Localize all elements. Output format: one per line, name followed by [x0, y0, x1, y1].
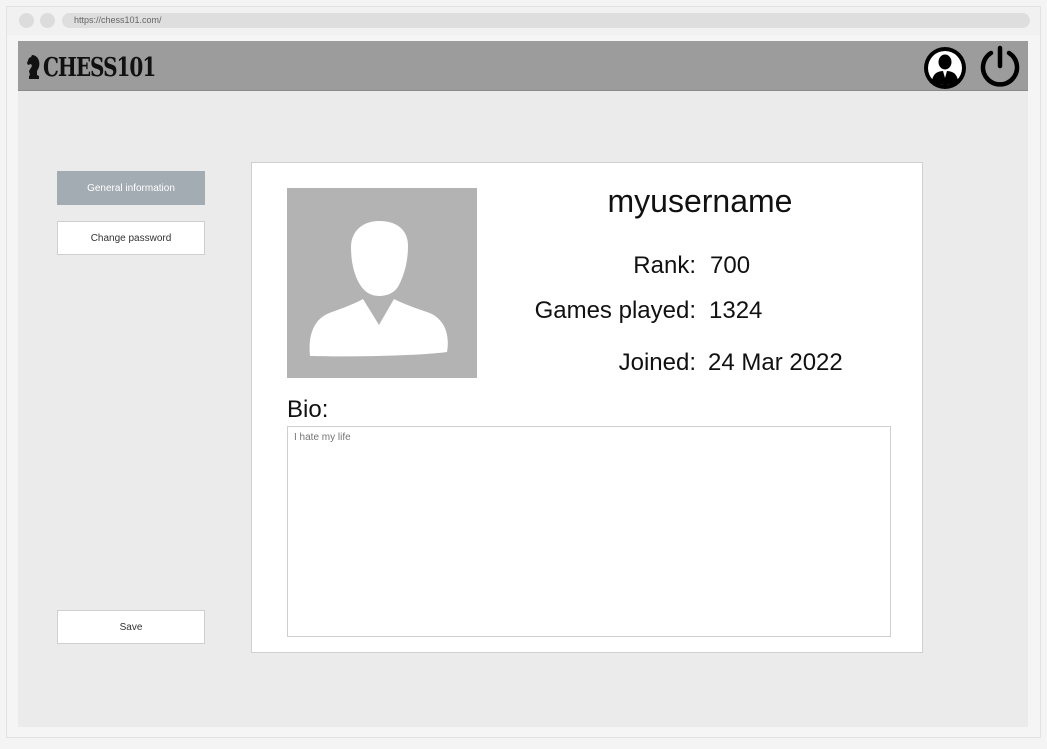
general-information-button[interactable]: General information — [57, 171, 205, 205]
window-control-dot[interactable] — [40, 13, 55, 28]
logo-text: CHESS101 — [43, 51, 156, 83]
change-password-button[interactable]: Change password — [57, 221, 205, 255]
bio-label: Bio: — [287, 396, 329, 423]
user-placeholder-icon — [309, 221, 448, 357]
address-bar[interactable]: https://chess101.com/ — [62, 13, 1030, 28]
username: myusername — [607, 183, 793, 219]
profile-card: myusername Rank: 700 Games played: 1324 … — [251, 162, 923, 653]
window-control-dot[interactable] — [19, 13, 34, 28]
app-viewport: CHESS101 General information Change pass… — [18, 41, 1028, 727]
games-played-label: Games played: — [534, 297, 696, 324]
games-played-value: 1324 — [709, 297, 763, 324]
chess101-logo[interactable]: CHESS101 — [26, 51, 156, 83]
joined-label: Joined: — [618, 349, 696, 376]
save-button[interactable]: Save — [57, 610, 205, 644]
rank-label: Rank: — [633, 252, 696, 279]
chess-knight-icon — [27, 55, 40, 79]
avatar[interactable] — [287, 188, 477, 378]
power-icon[interactable] — [977, 44, 1023, 90]
browser-toolbar: https://chess101.com/ — [7, 7, 1040, 35]
joined-value: 24 Mar 2022 — [708, 349, 843, 376]
bio-textarea[interactable] — [287, 426, 891, 637]
profile-icon[interactable] — [922, 45, 968, 91]
rank-value: 700 — [710, 252, 751, 279]
top-header: CHESS101 — [18, 41, 1028, 91]
